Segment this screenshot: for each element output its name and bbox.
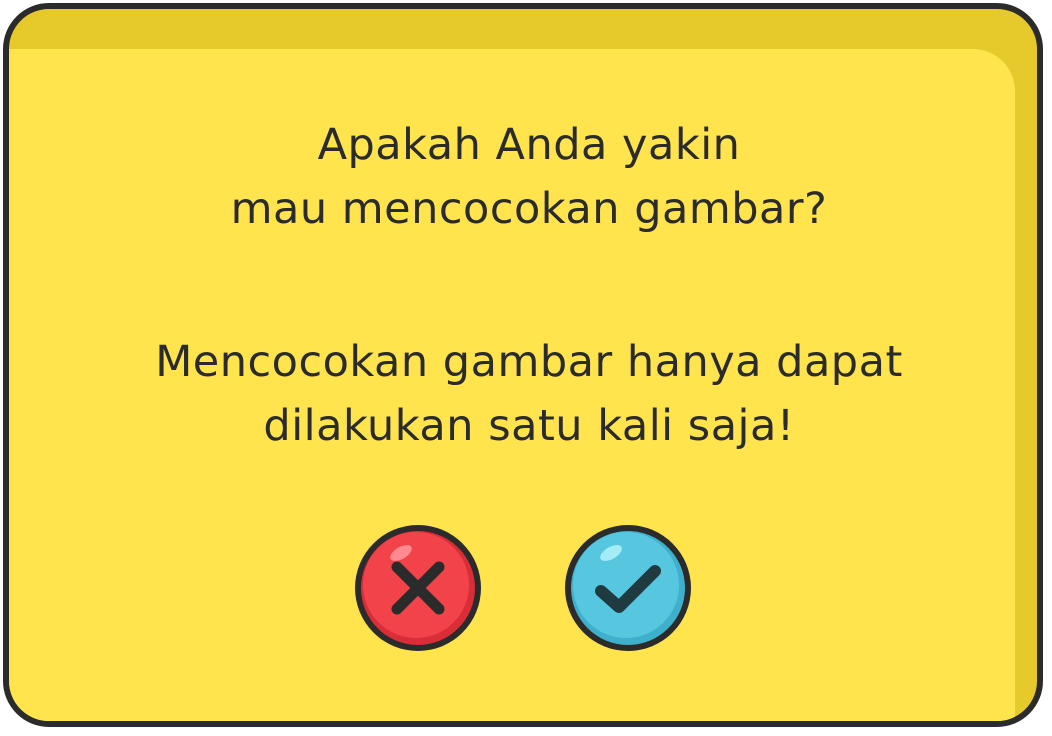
cancel-button[interactable] <box>351 521 485 655</box>
check-icon <box>565 525 691 651</box>
warning-message: Mencocokan gambar hanya dapat dilakukan … <box>9 330 1037 458</box>
confirmation-dialog: Apakah Anda yakin mau mencocokan gambar?… <box>3 3 1043 727</box>
warning-line-2: dilakukan satu kali saja! <box>263 401 795 451</box>
close-icon <box>355 525 481 651</box>
question-line-1: Apakah Anda yakin <box>317 120 741 170</box>
confirmation-question: Apakah Anda yakin mau mencocokan gambar? <box>9 113 1037 241</box>
confirm-button[interactable] <box>561 521 695 655</box>
warning-line-1: Mencocokan gambar hanya dapat <box>155 337 903 387</box>
question-line-2: mau mencocokan gambar? <box>230 184 828 234</box>
